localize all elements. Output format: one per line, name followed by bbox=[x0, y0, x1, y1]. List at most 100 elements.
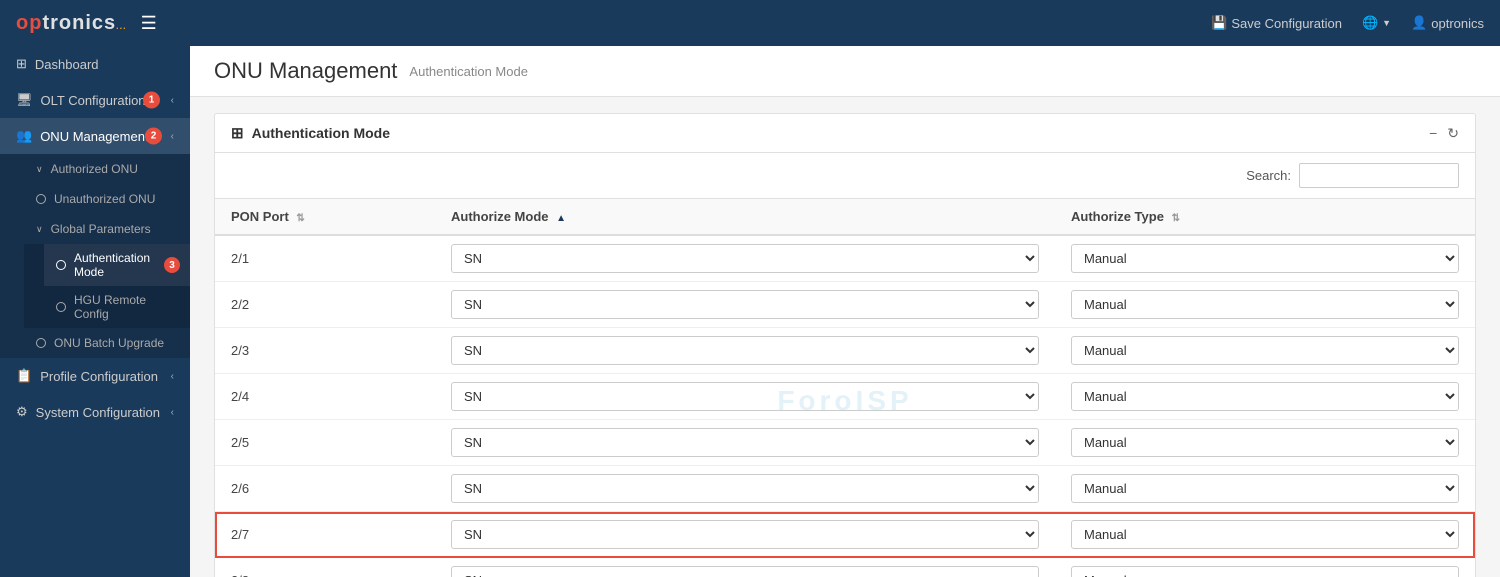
cell-authorize-mode[interactable]: SNPasswordSN+Password bbox=[435, 282, 1055, 328]
system-chevron: ‹ bbox=[171, 407, 174, 418]
cell-authorize-type[interactable]: ManualAuto bbox=[1055, 328, 1475, 374]
cell-authorize-type[interactable]: ManualAuto bbox=[1055, 466, 1475, 512]
select-authorize-type[interactable]: ManualAuto bbox=[1071, 244, 1459, 273]
sidebar-label-authorized-onu: Authorized ONU bbox=[51, 162, 138, 176]
page-subtitle: Authentication Mode bbox=[409, 64, 528, 79]
sidebar-sub-onu: ∨ Authorized ONU Unauthorized ONU ∨ Glob… bbox=[0, 154, 190, 358]
system-icon: ⚙ bbox=[16, 404, 28, 420]
page-header: ONU Management Authentication Mode bbox=[190, 46, 1500, 97]
col-authorize-type[interactable]: Authorize Type ⇅ bbox=[1055, 199, 1475, 235]
select-authorize-mode[interactable]: SNPasswordSN+Password bbox=[451, 336, 1039, 365]
select-authorize-type[interactable]: ManualAuto bbox=[1071, 428, 1459, 457]
sidebar-item-profile-config[interactable]: 📋 Profile Configuration ‹ bbox=[0, 358, 190, 394]
globe-icon: 🌐 bbox=[1362, 15, 1378, 31]
select-authorize-type[interactable]: ManualAuto bbox=[1071, 290, 1459, 319]
table-row: 2/5 SNPasswordSN+Password ManualAuto bbox=[215, 420, 1475, 466]
sidebar-item-unauthorized-onu[interactable]: Unauthorized ONU bbox=[24, 184, 190, 214]
search-bar: Search: bbox=[215, 153, 1475, 199]
select-authorize-mode[interactable]: SNPasswordSN+Password bbox=[451, 566, 1039, 577]
sort-icon-auth-mode: ▲ bbox=[556, 213, 566, 224]
hamburger-menu[interactable]: ☰ bbox=[141, 13, 157, 34]
cell-pon-port: 2/8 bbox=[215, 558, 435, 577]
refresh-icon[interactable]: ↻ bbox=[1447, 125, 1459, 142]
select-authorize-mode[interactable]: SNPasswordSN+Password bbox=[451, 428, 1039, 457]
sidebar-item-dashboard[interactable]: ⊞ Dashboard bbox=[0, 46, 190, 82]
cell-authorize-type[interactable]: ManualAuto bbox=[1055, 558, 1475, 577]
minimize-icon[interactable]: − bbox=[1429, 125, 1437, 141]
sidebar-item-auth-mode[interactable]: Authentication Mode 3 bbox=[44, 244, 190, 286]
sidebar-subsub-global: Authentication Mode 3 HGU Remote Config bbox=[24, 244, 190, 328]
cell-pon-port: 2/3 bbox=[215, 328, 435, 374]
chevron-down-icon-global: ∨ bbox=[36, 224, 43, 235]
cell-pon-port: 2/5 bbox=[215, 420, 435, 466]
table-body: 2/1 SNPasswordSN+Password ManualAuto 2/2 SNP… bbox=[215, 235, 1475, 577]
page-title: ONU Management bbox=[214, 58, 397, 84]
cell-authorize-type[interactable]: ManualAuto bbox=[1055, 282, 1475, 328]
search-input[interactable] bbox=[1299, 163, 1459, 188]
sidebar-label-dashboard: Dashboard bbox=[35, 57, 99, 72]
table-row: 2/6 SNPasswordSN+Password ManualAuto bbox=[215, 466, 1475, 512]
olt-icon: 🖥 bbox=[16, 92, 33, 108]
cell-authorize-mode[interactable]: SNPasswordSN+Password bbox=[435, 420, 1055, 466]
cell-authorize-mode[interactable]: SNPasswordSN+Password bbox=[435, 374, 1055, 420]
user-menu[interactable]: 👤 optronics bbox=[1411, 15, 1484, 31]
main-layout: ⊞ Dashboard 🖥 OLT Configuration 1 ‹ 👥 ON… bbox=[0, 46, 1500, 577]
sidebar-item-onu-mgmt[interactable]: 👥 ONU Management 2 ‹ bbox=[0, 118, 190, 154]
select-authorize-type[interactable]: ManualAuto bbox=[1071, 382, 1459, 411]
col-authorize-mode[interactable]: Authorize Mode ▲ bbox=[435, 199, 1055, 235]
cell-authorize-type[interactable]: ManualAuto bbox=[1055, 512, 1475, 558]
panel-header: ⊞ Authentication Mode − ↻ bbox=[215, 114, 1475, 153]
main-panel: ⊞ Authentication Mode − ↻ Search: ForoIS… bbox=[214, 113, 1476, 577]
auth-mode-badge: 3 bbox=[164, 257, 180, 273]
table-header-row: PON Port ⇅ Authorize Mode ▲ Authorize Ty… bbox=[215, 199, 1475, 235]
select-authorize-mode[interactable]: SNPasswordSN+Password bbox=[451, 520, 1039, 549]
grid-icon: ⊞ bbox=[231, 124, 244, 142]
cell-pon-port: 2/2 bbox=[215, 282, 435, 328]
cell-authorize-type[interactable]: ManualAuto bbox=[1055, 235, 1475, 282]
sidebar-item-global-params[interactable]: ∨ Global Parameters bbox=[24, 214, 190, 244]
sidebar: ⊞ Dashboard 🖥 OLT Configuration 1 ‹ 👥 ON… bbox=[0, 46, 190, 577]
sidebar-item-authorized-onu[interactable]: ∨ Authorized ONU bbox=[24, 154, 190, 184]
table-container: ForoISP PON Port ⇅ Authoriz bbox=[215, 199, 1475, 577]
cell-authorize-mode[interactable]: SNPasswordSN+Password bbox=[435, 558, 1055, 577]
sidebar-item-hgu-remote[interactable]: HGU Remote Config bbox=[44, 286, 190, 328]
sidebar-label-onu-batch: ONU Batch Upgrade bbox=[54, 336, 164, 350]
cell-pon-port: 2/1 bbox=[215, 235, 435, 282]
col-pon-port[interactable]: PON Port ⇅ bbox=[215, 199, 435, 235]
sidebar-item-olt-config[interactable]: 🖥 OLT Configuration 1 ‹ bbox=[0, 82, 190, 118]
cell-authorize-mode[interactable]: SNPasswordSN+Password bbox=[435, 512, 1055, 558]
select-authorize-mode[interactable]: SNPasswordSN+Password bbox=[451, 244, 1039, 273]
sort-icon-auth-type: ⇅ bbox=[1172, 213, 1180, 224]
save-configuration-button[interactable]: 💾 Save Configuration bbox=[1211, 15, 1342, 31]
sidebar-label-olt: OLT Configuration bbox=[41, 93, 146, 108]
table-row: 2/3 SNPasswordSN+Password ManualAuto bbox=[215, 328, 1475, 374]
cell-pon-port: 2/7 bbox=[215, 512, 435, 558]
cell-authorize-type[interactable]: ManualAuto bbox=[1055, 374, 1475, 420]
sidebar-item-system-config[interactable]: ⚙ System Configuration ‹ bbox=[0, 394, 190, 430]
sidebar-item-onu-batch[interactable]: ONU Batch Upgrade bbox=[24, 328, 190, 358]
table-row: 2/2 SNPasswordSN+Password ManualAuto bbox=[215, 282, 1475, 328]
logo: optronics... bbox=[16, 12, 127, 35]
onu-chevron: ‹ bbox=[171, 131, 174, 142]
select-authorize-type[interactable]: ManualAuto bbox=[1071, 520, 1459, 549]
hgu-circle-icon bbox=[56, 302, 66, 312]
select-authorize-type[interactable]: ManualAuto bbox=[1071, 566, 1459, 577]
sidebar-label-system-config: System Configuration bbox=[36, 405, 160, 420]
select-authorize-type[interactable]: ManualAuto bbox=[1071, 336, 1459, 365]
language-selector[interactable]: 🌐 ▼ bbox=[1362, 15, 1391, 31]
select-authorize-type[interactable]: ManualAuto bbox=[1071, 474, 1459, 503]
select-authorize-mode[interactable]: SNPasswordSN+Password bbox=[451, 382, 1039, 411]
chevron-down-icon: ∨ bbox=[36, 164, 43, 175]
username-label: optronics bbox=[1431, 16, 1484, 31]
onu-batch-circle-icon bbox=[36, 338, 46, 348]
table-row: 2/1 SNPasswordSN+Password ManualAuto bbox=[215, 235, 1475, 282]
user-icon: 👤 bbox=[1411, 15, 1427, 31]
cell-authorize-mode[interactable]: SNPasswordSN+Password bbox=[435, 328, 1055, 374]
search-label: Search: bbox=[1246, 168, 1291, 183]
cell-authorize-mode[interactable]: SNPasswordSN+Password bbox=[435, 235, 1055, 282]
select-authorize-mode[interactable]: SNPasswordSN+Password bbox=[451, 474, 1039, 503]
cell-authorize-type[interactable]: ManualAuto bbox=[1055, 420, 1475, 466]
cell-pon-port: 2/6 bbox=[215, 466, 435, 512]
select-authorize-mode[interactable]: SNPasswordSN+Password bbox=[451, 290, 1039, 319]
cell-authorize-mode[interactable]: SNPasswordSN+Password bbox=[435, 466, 1055, 512]
